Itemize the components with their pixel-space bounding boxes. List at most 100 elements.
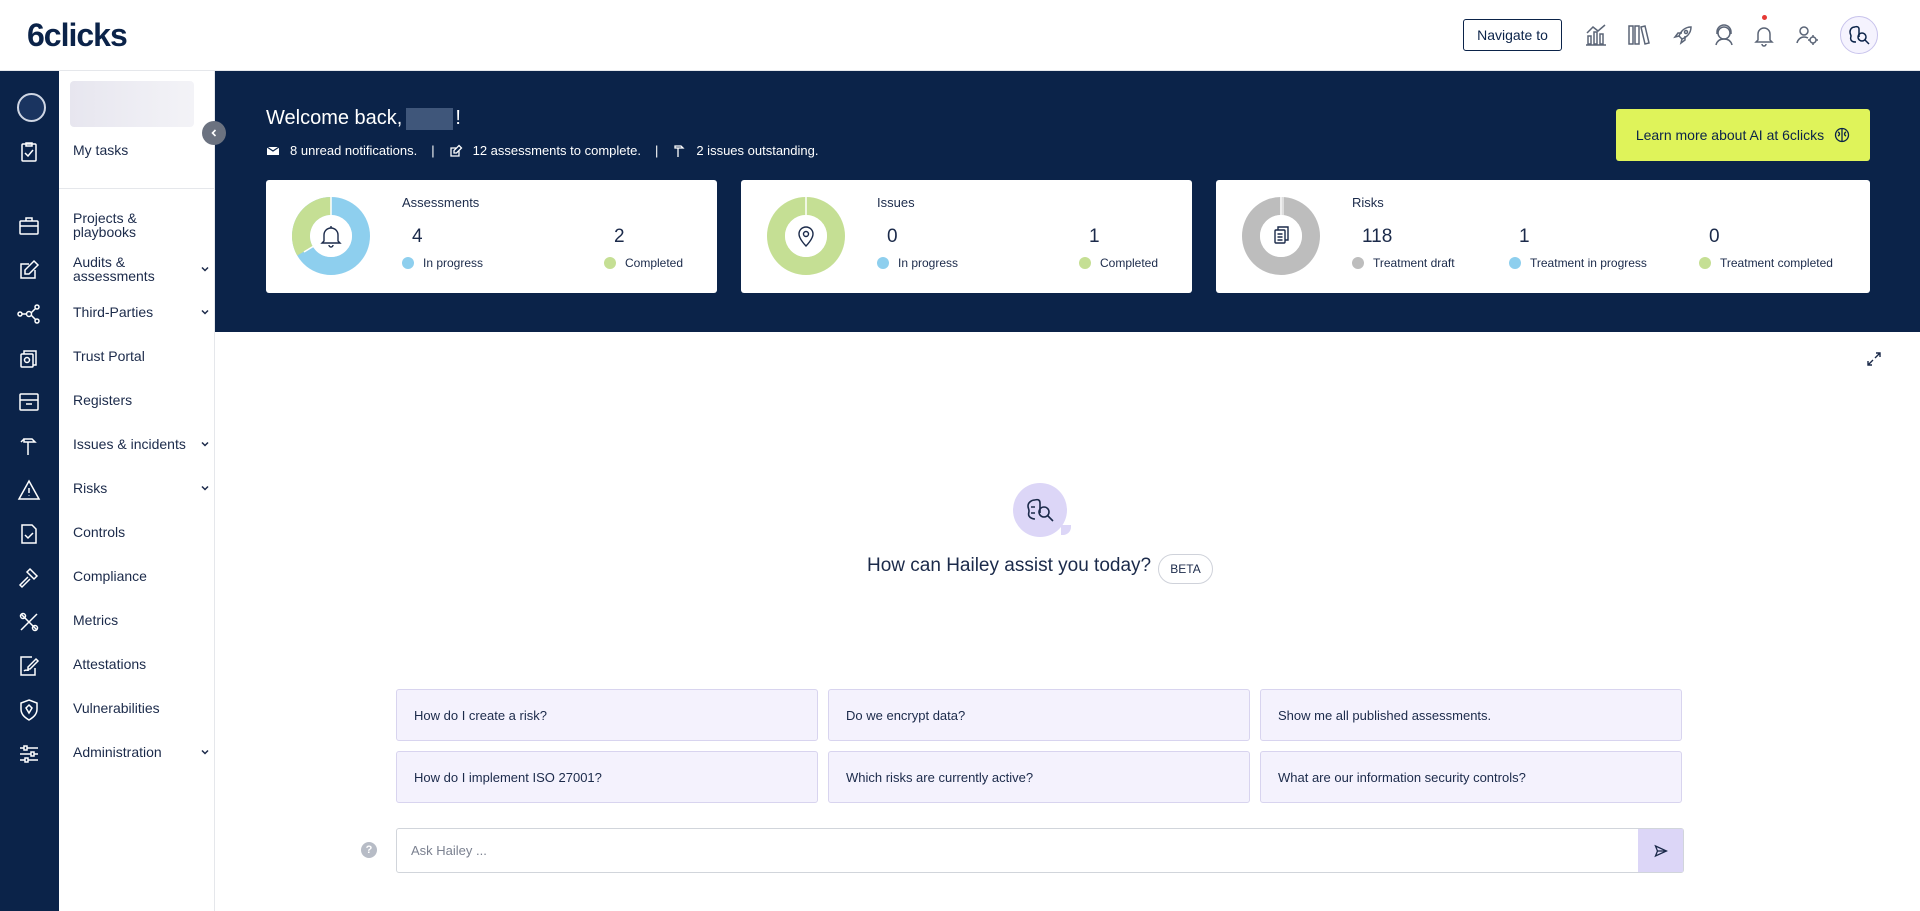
sidebar-item-risks[interactable]: Risks xyxy=(73,481,211,495)
assessments-completed-metric[interactable]: 2 Completed xyxy=(604,226,683,270)
sidebar-item-vulnerabilities[interactable]: Vulnerabilities xyxy=(73,701,211,715)
menu-divider xyxy=(59,188,214,189)
support-icon[interactable] xyxy=(1711,22,1737,48)
signature-icon[interactable] xyxy=(16,653,42,679)
legend-dot-green xyxy=(1699,257,1711,269)
suggestion-button[interactable]: Do we encrypt data? xyxy=(828,689,1250,741)
unread-notifications-link[interactable]: 8 unread notifications. xyxy=(290,143,417,158)
legend-dot-green xyxy=(604,257,616,269)
send-button[interactable] xyxy=(1638,829,1683,872)
briefcase-icon[interactable] xyxy=(16,213,42,239)
summary-stats: 8 unread notifications. | 12 assessments… xyxy=(266,143,818,158)
suggestion-button[interactable]: Show me all published assessments. xyxy=(1260,689,1682,741)
assessments-card-title: Assessments xyxy=(402,195,480,210)
suggestion-button[interactable]: Which risks are currently active? xyxy=(828,751,1250,803)
user-settings-icon[interactable] xyxy=(1794,22,1820,48)
chevron-down-icon xyxy=(201,749,209,755)
side-menu: My tasks Projects & playbooks Audits & a… xyxy=(59,71,215,911)
archive-icon[interactable] xyxy=(16,389,42,415)
sidebar-item-my-tasks[interactable]: My tasks xyxy=(73,143,211,157)
hailey-avatar xyxy=(1013,483,1071,537)
rocket-icon[interactable] xyxy=(1670,22,1696,48)
sidebar-item-trust-portal[interactable]: Trust Portal xyxy=(73,349,211,363)
risks-treatment-draft-metric[interactable]: 118 Treatment draft xyxy=(1352,226,1455,270)
collapse-sidebar-button[interactable] xyxy=(202,121,226,145)
issues-in-progress-metric[interactable]: 0 In progress xyxy=(877,226,958,270)
risks-treatment-completed-metric[interactable]: 0 Treatment completed xyxy=(1699,226,1833,270)
brain-icon xyxy=(1835,127,1850,143)
assistant-prompt: How can Hailey assist you today? xyxy=(867,555,1152,576)
sidebar-item-attestations[interactable]: Attestations xyxy=(73,657,211,671)
hammer-icon xyxy=(674,144,685,157)
chevron-down-icon xyxy=(201,309,209,315)
sidebar-item-compliance[interactable]: Compliance xyxy=(73,569,211,583)
chevron-down-icon xyxy=(201,441,209,447)
legend-dot-green xyxy=(1079,257,1091,269)
risks-card[interactable]: Risks 118 Treatment draft 1 Treatment in… xyxy=(1216,180,1870,293)
ask-hailey-input[interactable] xyxy=(397,829,1637,872)
sidebar-item-projects[interactable]: Projects & playbooks xyxy=(73,211,163,239)
analytics-icon[interactable] xyxy=(1583,22,1609,48)
suggestion-button[interactable]: How do I create a risk? xyxy=(396,689,818,741)
tools-icon[interactable] xyxy=(16,609,42,635)
warning-icon[interactable] xyxy=(16,477,42,503)
issues-card-title: Issues xyxy=(877,195,915,210)
issues-outstanding-link[interactable]: 2 issues outstanding. xyxy=(696,143,818,158)
ask-hailey-bar xyxy=(396,828,1684,873)
network-icon[interactable] xyxy=(16,301,42,327)
suggestion-button[interactable]: What are our information security contro… xyxy=(1260,751,1682,803)
hailey-ai-icon[interactable] xyxy=(1840,16,1878,54)
shield-icon[interactable] xyxy=(16,697,42,723)
legend-dot-blue xyxy=(1509,257,1521,269)
sidebar-item-metrics[interactable]: Metrics xyxy=(73,613,211,627)
issues-card[interactable]: Issues 0 In progress 1 Completed xyxy=(741,180,1192,293)
gavel-icon[interactable] xyxy=(16,565,42,591)
chevron-down-icon xyxy=(201,266,209,272)
assessments-card[interactable]: Assessments 4 In progress 2 Completed xyxy=(266,180,717,293)
legend-dot-blue xyxy=(877,257,889,269)
sliders-icon[interactable] xyxy=(16,741,42,767)
clipboard-check-icon[interactable] xyxy=(16,139,42,165)
trust-icon[interactable] xyxy=(16,345,42,371)
profile-placeholder[interactable] xyxy=(70,81,194,127)
risks-treatment-in-progress-metric[interactable]: 1 Treatment in progress xyxy=(1509,226,1647,270)
edit-icon[interactable] xyxy=(16,257,42,283)
sidebar-item-registers[interactable]: Registers xyxy=(73,393,211,407)
risks-donut-chart xyxy=(1242,197,1320,275)
top-bar: 6clicks Navigate to xyxy=(0,0,1920,71)
assessments-to-complete-link[interactable]: 12 assessments to complete. xyxy=(473,143,641,158)
legend-dot-blue xyxy=(402,257,414,269)
suggestion-button[interactable]: How do I implement ISO 27001? xyxy=(396,751,818,803)
issues-donut-chart xyxy=(767,197,845,275)
sidebar-item-audits[interactable]: Audits & assessments xyxy=(73,255,211,283)
legend-dot-grey xyxy=(1352,257,1364,269)
beta-badge: BETA xyxy=(1158,554,1213,584)
hailey-ai-icon xyxy=(1027,498,1054,522)
welcome-banner: Welcome back, ! 8 unread notifications. … xyxy=(215,71,1920,332)
issues-completed-metric[interactable]: 1 Completed xyxy=(1079,226,1158,270)
assessments-donut-chart xyxy=(292,197,370,275)
edit-icon xyxy=(449,144,463,157)
sidebar-item-issues[interactable]: Issues & incidents xyxy=(73,437,211,451)
hammer-icon[interactable] xyxy=(16,433,42,459)
chevron-left-icon xyxy=(211,129,217,137)
sidebar-item-administration[interactable]: Administration xyxy=(73,745,211,759)
library-icon[interactable] xyxy=(1626,22,1652,48)
file-check-icon[interactable] xyxy=(16,521,42,547)
welcome-heading: Welcome back, ! xyxy=(266,107,461,130)
sidebar-item-controls[interactable]: Controls xyxy=(73,525,211,539)
redacted-username xyxy=(406,107,454,130)
envelope-icon xyxy=(266,146,280,155)
avatar[interactable] xyxy=(17,93,46,122)
expand-icon[interactable] xyxy=(1865,350,1883,368)
notification-dot xyxy=(1762,15,1767,20)
help-icon[interactable]: ? xyxy=(361,842,377,858)
app-logo[interactable]: 6clicks xyxy=(27,17,128,54)
send-icon xyxy=(1653,844,1668,857)
chevron-down-icon xyxy=(201,485,209,491)
navigate-to-button[interactable]: Navigate to xyxy=(1463,19,1562,51)
sidebar-item-third-parties[interactable]: Third-Parties xyxy=(73,305,211,319)
learn-ai-button[interactable]: Learn more about AI at 6clicks xyxy=(1616,109,1870,161)
bell-icon[interactable] xyxy=(1751,22,1777,48)
assessments-in-progress-metric[interactable]: 4 In progress xyxy=(402,226,483,270)
